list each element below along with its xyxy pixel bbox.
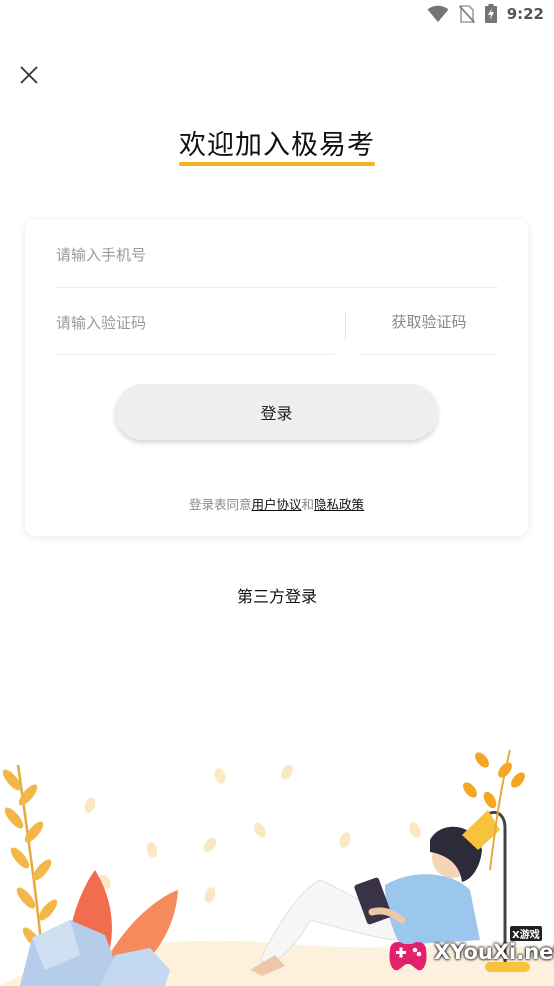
close-icon bbox=[20, 66, 38, 84]
get-code-button[interactable]: 获取验证码 bbox=[360, 288, 498, 355]
third-party-login[interactable]: 第三方登录 bbox=[0, 583, 554, 607]
agreement-prefix: 登录表同意 bbox=[188, 497, 252, 512]
welcome-title-text: 欢迎加入极易考 bbox=[179, 130, 375, 161]
verification-code-field bbox=[56, 288, 334, 356]
phone-field bbox=[56, 220, 498, 288]
no-sim-icon bbox=[458, 4, 475, 23]
close-button[interactable] bbox=[14, 60, 44, 90]
code-divider bbox=[345, 312, 346, 340]
agreement-text: 登录表同意用户协议和隐私政策 bbox=[25, 494, 528, 513]
phone-input[interactable] bbox=[56, 220, 498, 288]
watermark-badge: X游戏 bbox=[510, 926, 542, 941]
status-time: 9:22 bbox=[506, 4, 544, 23]
user-agreement-link[interactable]: 用户协议 bbox=[251, 497, 301, 512]
status-bar: 9:22 bbox=[0, 0, 554, 30]
agreement-conjunction: 和 bbox=[301, 497, 315, 512]
wifi-icon bbox=[427, 5, 449, 22]
watermark: X游戏 XYouXi.net bbox=[382, 926, 554, 982]
privacy-policy-link[interactable]: 隐私政策 bbox=[314, 497, 364, 512]
status-icons: 9:22 bbox=[427, 4, 544, 23]
verification-code-input[interactable] bbox=[56, 288, 334, 356]
login-button[interactable]: 登录 bbox=[115, 384, 438, 440]
welcome-title: 欢迎加入极易考 bbox=[179, 128, 375, 166]
watermark-brand: XYouXi.net bbox=[434, 940, 554, 964]
title-underline bbox=[179, 162, 375, 166]
title-wrap: 欢迎加入极易考 bbox=[0, 128, 554, 166]
login-card: 获取验证码 登录 登录表同意用户协议和隐私政策 bbox=[25, 220, 528, 536]
battery-charging-icon bbox=[484, 4, 497, 23]
gamepad-logo-icon bbox=[389, 942, 427, 971]
